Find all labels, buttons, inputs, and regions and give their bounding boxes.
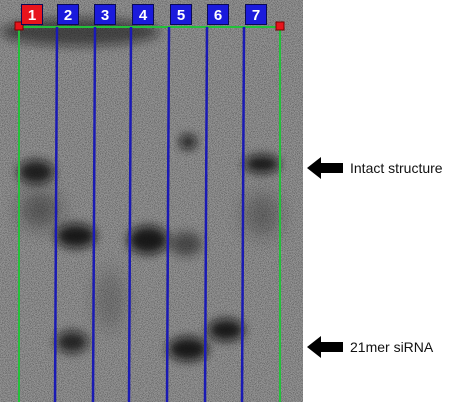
band-lane7-smear (244, 193, 280, 237)
gel-blot (0, 0, 303, 402)
band-lane5-mid (170, 232, 202, 256)
band-lane5-spot (180, 135, 196, 149)
lane-badge-4: 4 (132, 4, 154, 25)
gel-image: 1 2 3 4 5 6 7 (0, 0, 303, 402)
left-arrow-icon (307, 157, 343, 179)
annotation-label: 21mer siRNA (350, 339, 434, 355)
band-lane2-low (56, 331, 88, 353)
lane-badge-5: 5 (170, 4, 192, 25)
lane-badge-6: 6 (207, 4, 229, 25)
band-lane2-mid (56, 224, 96, 248)
band-lane3-smear (96, 270, 124, 330)
band-lane5-low (168, 337, 208, 361)
corner-marker (275, 21, 285, 31)
left-arrow-icon (307, 336, 343, 358)
band-lane1-smear (20, 192, 60, 228)
band-lane4-mid (128, 226, 168, 254)
lane-badge-7: 7 (245, 4, 267, 25)
annotation-label: Intact structure (350, 160, 443, 176)
lane-badge-2: 2 (57, 4, 79, 25)
annotation-intact: Intact structure (306, 156, 443, 180)
lane-badge-3: 3 (94, 4, 116, 25)
band-lane1-intact (18, 160, 54, 184)
band-lane6-low (208, 319, 244, 341)
band-lane7-intact (244, 155, 280, 173)
annotation-sirna: 21mer siRNA (306, 335, 433, 359)
lane-badge-1: 1 (21, 4, 43, 25)
